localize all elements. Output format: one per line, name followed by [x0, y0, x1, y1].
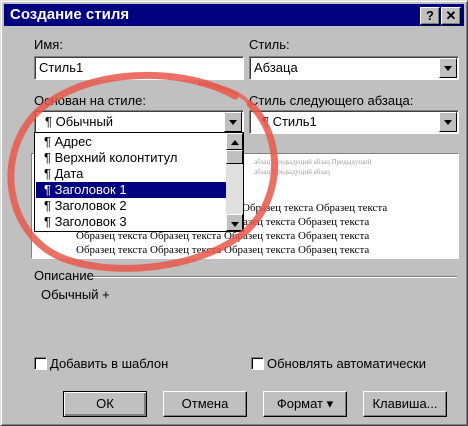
scroll-thumb[interactable]	[226, 150, 243, 164]
create-style-dialog: Создание стиля ? ✕ Имя: Стиль1 Стиль: Аб…	[0, 0, 468, 426]
list-item[interactable]: ¶ Адрес	[36, 134, 226, 150]
description-label: Описание	[34, 268, 94, 283]
auto-update-label[interactable]: Обновлять автоматически	[267, 356, 426, 371]
list-scrollbar[interactable]	[226, 133, 243, 231]
name-value: Стиль1	[39, 60, 84, 75]
chevron-down-icon	[444, 66, 452, 71]
based-on-label: Основан на стиле:	[34, 93, 146, 108]
list-item[interactable]: ¶ Дата	[36, 166, 226, 182]
style-type-select[interactable]: Абзаца	[249, 56, 459, 80]
ok-button[interactable]: ОК	[63, 391, 147, 417]
preview-sample-line: Образец текста Образец текста Образец те…	[76, 244, 370, 256]
based-on-dropdown-list[interactable]: ¶ Адрес ¶ Верхний колонтитул ¶ Дата ¶ За…	[34, 132, 244, 232]
style-type-label: Стиль:	[249, 37, 290, 52]
description-text: Обычный +	[41, 287, 110, 302]
style-type-value: Абзаца	[254, 60, 298, 75]
based-on-select[interactable]: ¶ Обычный	[34, 110, 244, 134]
list-item[interactable]: ¶ Заголовок 3	[36, 214, 226, 230]
next-style-select[interactable]: ¶ Стиль1	[249, 110, 459, 134]
next-style-label: Стиль следующего абзаца:	[249, 93, 414, 108]
preview-sample-line: Образец текста Образец текста	[242, 202, 388, 214]
list-item-selected[interactable]: ¶ Заголовок 1	[36, 182, 226, 198]
title-bar: Создание стиля ? ✕	[4, 4, 464, 26]
add-to-template-label[interactable]: Добавить в шаблон	[50, 356, 168, 371]
based-on-dropdown-button[interactable]	[224, 112, 242, 132]
chevron-down-icon	[231, 222, 239, 227]
preview-previous-paragraph: абзац Предыдущий абзац Предыдущий	[254, 158, 372, 166]
shortcut-key-button[interactable]: Клавиша...	[363, 391, 447, 417]
next-style-dropdown-button[interactable]	[439, 112, 457, 132]
name-input[interactable]: Стиль1	[34, 56, 244, 80]
list-item[interactable]: ¶ Заголовок 2	[36, 198, 226, 214]
chevron-down-icon	[229, 120, 237, 125]
close-button[interactable]: ✕	[441, 7, 461, 25]
format-button[interactable]: Формат ▾	[263, 391, 347, 417]
next-style-value: ¶ Стиль1	[262, 114, 317, 129]
add-to-template-checkbox[interactable]	[34, 357, 47, 370]
name-label: Имя:	[34, 37, 63, 52]
auto-update-checkbox[interactable]	[251, 357, 264, 370]
preview-previous-paragraph: абзац Предыдущий абзац	[254, 168, 330, 176]
scroll-up-button[interactable]	[226, 133, 243, 150]
based-on-value: ¶ Обычный	[45, 114, 114, 129]
list-item[interactable]: ¶ Верхний колонтитул	[36, 150, 226, 166]
scroll-down-button[interactable]	[226, 214, 243, 231]
cancel-button[interactable]: Отмена	[163, 391, 247, 417]
description-divider	[91, 276, 457, 278]
chevron-down-icon	[444, 120, 452, 125]
chevron-up-icon	[231, 140, 239, 145]
dialog-title: Создание стиля	[10, 6, 130, 23]
style-type-dropdown-button[interactable]	[439, 58, 457, 78]
help-button[interactable]: ?	[420, 7, 440, 25]
